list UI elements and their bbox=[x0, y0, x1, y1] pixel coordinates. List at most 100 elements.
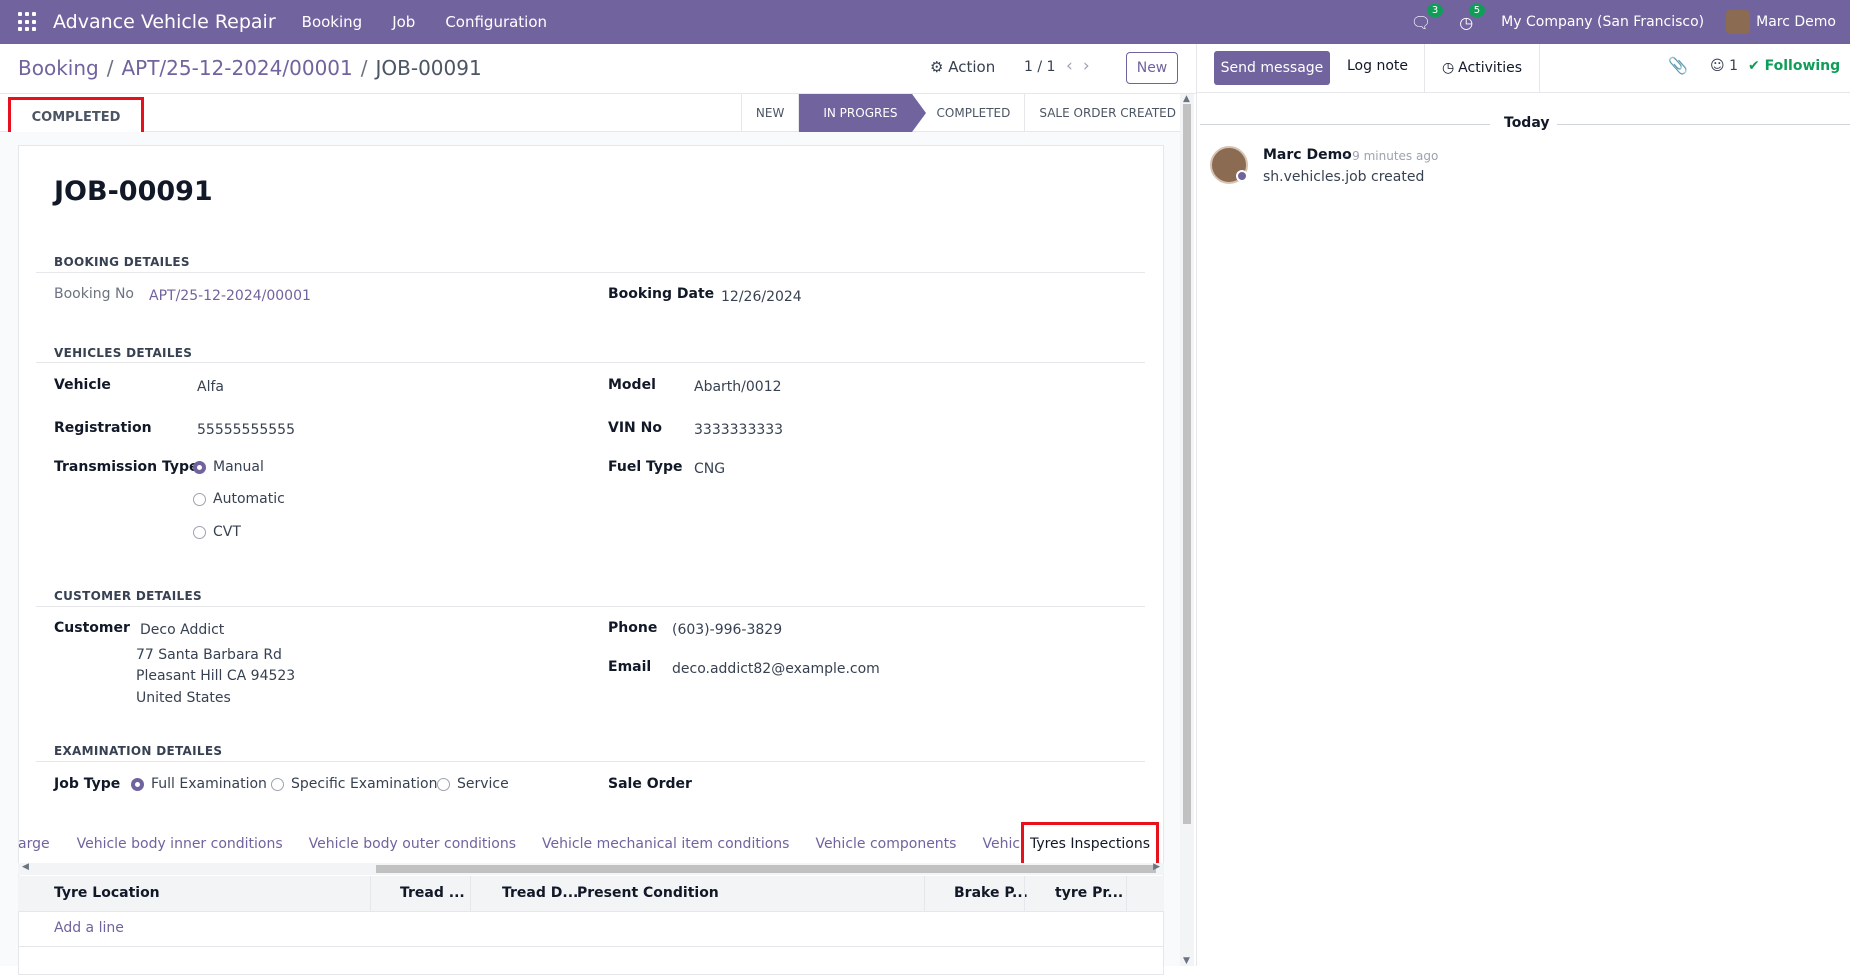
table-horizontal-scrollbar[interactable]: ◀ ▶ bbox=[18, 862, 1164, 875]
company-switcher[interactable]: My Company (San Francisco) bbox=[1501, 14, 1704, 30]
breadcrumb-current: JOB-00091 bbox=[375, 56, 482, 80]
transmission-type-label: Transmission Type bbox=[54, 459, 199, 475]
column-tyre-pressure[interactable]: tyre Pr... bbox=[1055, 885, 1123, 901]
following-label: Following bbox=[1764, 58, 1841, 74]
breadcrumb: Booking / APT/25-12-2024/00001 / JOB-00091 bbox=[18, 56, 482, 80]
date-separator-line bbox=[1200, 124, 1490, 125]
section-divider bbox=[36, 606, 1145, 607]
nav-item-job[interactable]: Job bbox=[392, 13, 415, 31]
notebook-tabs: arge Vehicle body inner conditions Vehic… bbox=[18, 824, 1164, 864]
customer-label: Customer bbox=[54, 620, 130, 636]
stage-sale-order-created[interactable]: SALE ORDER CREATED bbox=[1024, 94, 1190, 132]
message-timestamp: - 9 minutes ago bbox=[1344, 149, 1439, 163]
add-line-link[interactable]: Add a line bbox=[54, 920, 124, 936]
tab-body-outer-conditions[interactable]: Vehicle body outer conditions bbox=[296, 836, 529, 852]
followers-count: 1 bbox=[1729, 58, 1738, 74]
clock-icon: ◷ bbox=[1441, 60, 1455, 76]
fuel-type-field[interactable]: CNG bbox=[694, 461, 725, 477]
app-brand[interactable]: Advance Vehicle Repair bbox=[53, 11, 276, 33]
customer-address-line: 77 Santa Barbara Rd bbox=[136, 647, 282, 663]
date-separator: Today bbox=[1504, 115, 1550, 131]
column-tread-1[interactable]: Tread ... bbox=[400, 885, 465, 901]
scrollbar-thumb[interactable] bbox=[1183, 104, 1191, 824]
form-vertical-scrollbar[interactable]: ▲ ▼ bbox=[1180, 94, 1194, 966]
radio-unchecked-icon bbox=[193, 525, 206, 539]
transmission-radio-automatic[interactable]: Automatic bbox=[193, 491, 285, 507]
column-tread-2[interactable]: Tread D... bbox=[502, 885, 578, 901]
chat-bubble-icon: 🗨 bbox=[1410, 12, 1432, 32]
chatter-divider bbox=[1196, 92, 1850, 93]
new-record-button[interactable]: New bbox=[1126, 52, 1178, 84]
followers-button[interactable]: ☺ 1 bbox=[1710, 58, 1738, 74]
table-row-divider bbox=[18, 946, 1164, 947]
customer-name-field[interactable]: Deco Addict bbox=[140, 622, 224, 638]
job-type-radio-specific[interactable]: Specific Examination bbox=[271, 776, 437, 792]
radio-label: Manual bbox=[213, 459, 264, 475]
scroll-right-icon[interactable]: ▶ bbox=[1153, 862, 1160, 872]
breadcrumb-booking[interactable]: Booking bbox=[18, 56, 99, 80]
send-message-button[interactable]: Send message bbox=[1214, 51, 1330, 85]
section-divider bbox=[36, 272, 1145, 273]
log-note-button[interactable]: Log note bbox=[1347, 58, 1408, 74]
scroll-down-icon[interactable]: ▼ bbox=[1183, 956, 1190, 966]
stage-completed[interactable]: COMPLETED bbox=[911, 94, 1025, 132]
sale-order-label: Sale Order bbox=[608, 776, 692, 792]
column-brake[interactable]: Brake P... bbox=[954, 885, 1028, 901]
vehicle-label: Vehicle bbox=[54, 377, 111, 393]
scroll-up-icon[interactable]: ▲ bbox=[1183, 94, 1190, 104]
job-type-radio-service[interactable]: Service bbox=[437, 776, 509, 792]
following-button[interactable]: ✔ Following bbox=[1748, 58, 1840, 74]
model-field[interactable]: Abarth/0012 bbox=[694, 379, 782, 395]
user-avatar[interactable] bbox=[1726, 10, 1751, 34]
tab-tyres-inspections[interactable]: Tyres Inspections bbox=[1021, 822, 1159, 866]
user-menu[interactable]: Marc Demo bbox=[1756, 14, 1836, 30]
booking-no-link[interactable]: APT/25-12-2024/00001 bbox=[149, 288, 311, 304]
nav-item-booking[interactable]: Booking bbox=[302, 13, 363, 31]
chevron-right-icon[interactable]: › bbox=[1083, 56, 1100, 76]
tab-vehicle-components[interactable]: Vehicle components bbox=[802, 836, 969, 852]
apps-menu-icon[interactable] bbox=[18, 12, 38, 32]
scrollbar-thumb[interactable] bbox=[376, 865, 1156, 873]
radio-checked-icon bbox=[131, 777, 144, 791]
stage-pipeline: NEW IN PROGRES COMPLETED SALE ORDER CREA… bbox=[740, 94, 1190, 132]
paperclip-icon[interactable]: 📎 bbox=[1668, 56, 1688, 75]
pager-value[interactable]: 1 / 1 bbox=[1024, 59, 1055, 75]
action-label: Action bbox=[948, 58, 996, 76]
transmission-radio-manual[interactable]: Manual bbox=[193, 459, 264, 475]
nav-item-configuration[interactable]: Configuration bbox=[445, 13, 547, 31]
record-title[interactable]: JOB-00091 bbox=[54, 176, 213, 207]
messages-count-badge: 3 bbox=[1426, 3, 1444, 17]
control-panel: Booking / APT/25-12-2024/00001 / JOB-00091 ⚙… bbox=[0, 44, 1196, 94]
chevron-left-icon[interactable]: ‹ bbox=[1066, 56, 1083, 76]
tab-body-inner-conditions[interactable]: Vehicle body inner conditions bbox=[64, 836, 296, 852]
vin-field[interactable]: 3333333333 bbox=[694, 422, 783, 438]
stage-new[interactable]: NEW bbox=[740, 94, 798, 132]
vehicle-field[interactable]: Alfa bbox=[197, 379, 224, 395]
table-header: Tyre Location Tread ... Tread D... Prese… bbox=[18, 876, 1164, 912]
stage-in-progress[interactable]: IN PROGRES bbox=[798, 94, 926, 132]
column-present-condition[interactable]: Present Condition bbox=[577, 885, 719, 901]
customer-address-line: Pleasant Hill CA 94523 bbox=[136, 668, 296, 684]
email-field[interactable]: deco.addict82@example.com bbox=[672, 661, 880, 677]
scroll-left-icon[interactable]: ◀ bbox=[22, 862, 29, 872]
breadcrumb-appointment[interactable]: APT/25-12-2024/00001 bbox=[121, 56, 352, 80]
activities-button[interactable]: ◷ 5 bbox=[1459, 3, 1486, 32]
activities-button[interactable]: ◷ Activities bbox=[1424, 44, 1540, 92]
action-menu-button[interactable]: ⚙ Action bbox=[930, 58, 995, 76]
registration-label: Registration bbox=[54, 420, 152, 436]
job-type-radio-full[interactable]: Full Examination bbox=[131, 776, 267, 792]
model-label: Model bbox=[608, 377, 656, 393]
tab-charge[interactable]: arge bbox=[18, 836, 64, 852]
radio-unchecked-icon bbox=[193, 492, 206, 506]
phone-field[interactable]: (603)-996-3829 bbox=[672, 622, 782, 638]
registration-field[interactable]: 55555555555 bbox=[197, 422, 295, 438]
message-author[interactable]: Marc Demo bbox=[1263, 147, 1352, 163]
tab-mechanical-item-conditions[interactable]: Vehicle mechanical item conditions bbox=[529, 836, 802, 852]
column-tyre-location[interactable]: Tyre Location bbox=[54, 885, 160, 901]
gear-icon: ⚙ bbox=[930, 58, 944, 76]
section-divider bbox=[36, 362, 1145, 363]
transmission-radio-cvt[interactable]: CVT bbox=[193, 524, 241, 540]
messaging-button[interactable]: 🗨 3 bbox=[1410, 3, 1444, 32]
completed-button[interactable]: COMPLETED bbox=[8, 97, 144, 137]
booking-date-field[interactable]: 12/26/2024 bbox=[721, 289, 802, 305]
